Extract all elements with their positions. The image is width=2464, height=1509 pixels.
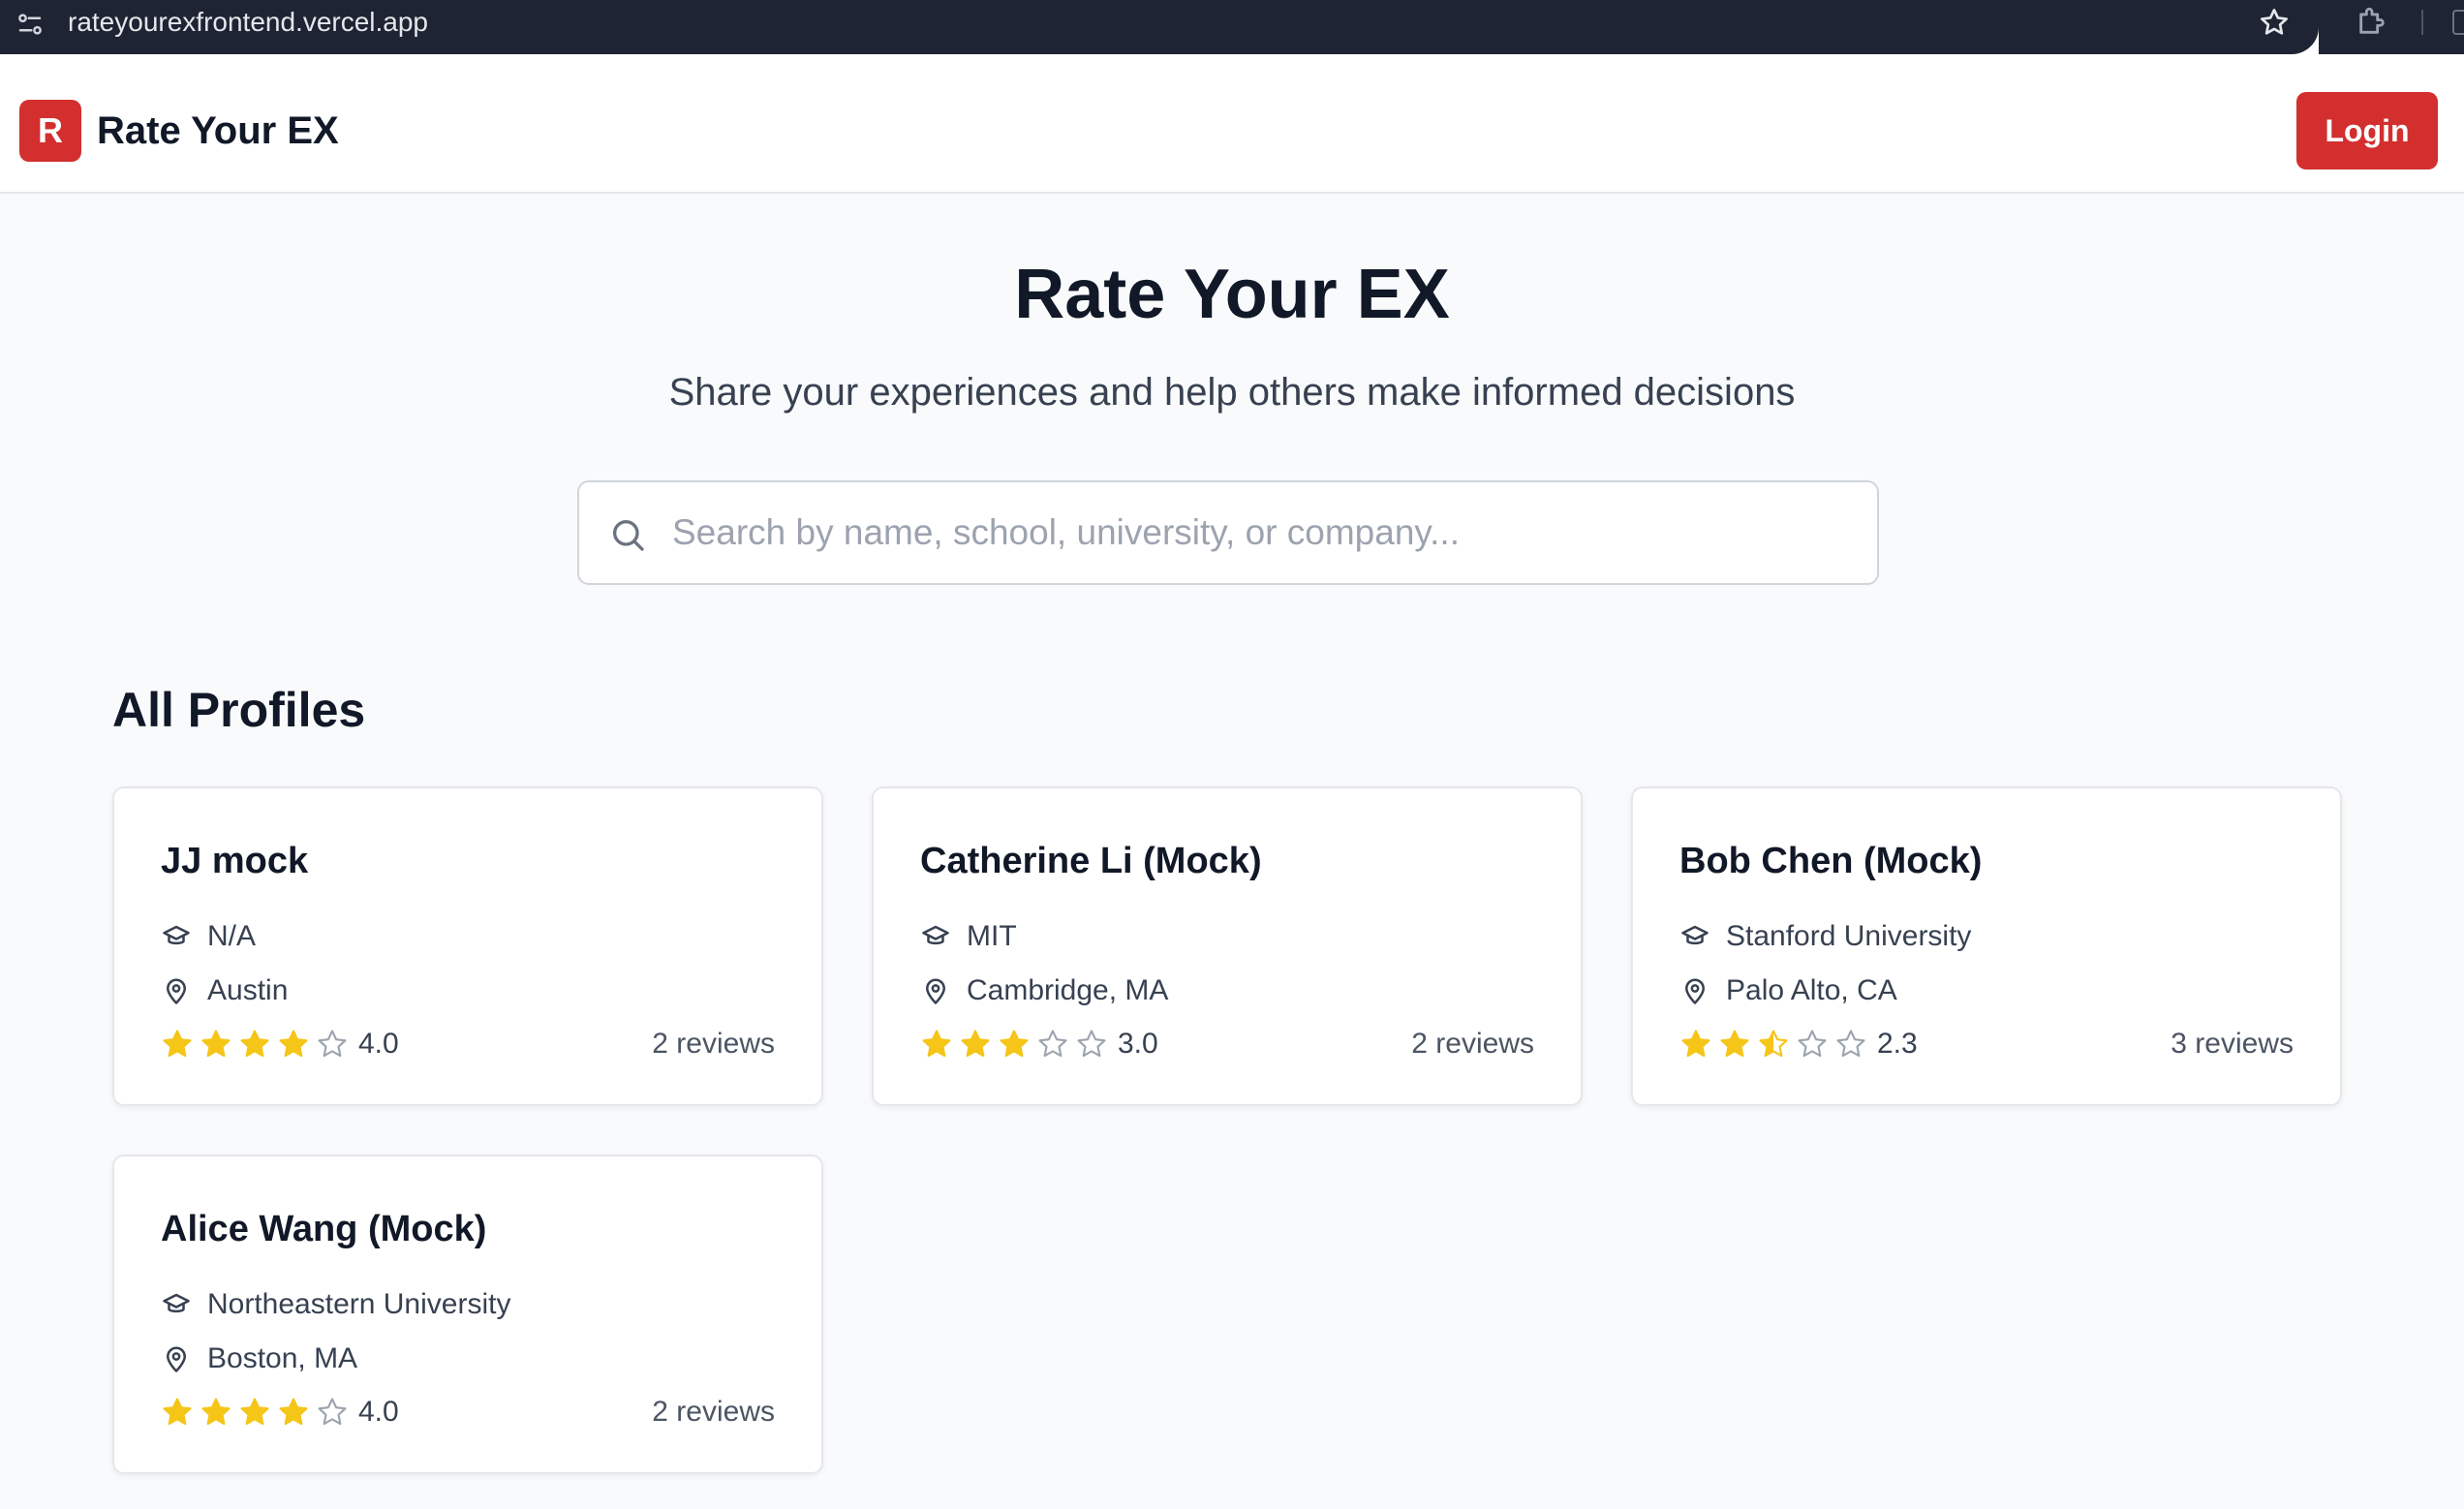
graduation-cap-icon [1679,921,1710,952]
profile-card[interactable]: Bob Chen (Mock) Stanford University Palo… [1631,786,2342,1106]
profile-name: Bob Chen (Mock) [1679,841,1983,881]
rating-row: 4.0 [161,1393,399,1432]
rating-value: 2.3 [1877,1028,1918,1060]
rating-row: 3.0 [920,1025,1158,1063]
review-count: 3 reviews [2171,1028,2294,1060]
profile-name: Catherine Li (Mock) [920,841,1262,881]
profile-location: Palo Alto, CA [1726,974,1897,1006]
extensions-icon[interactable] [2354,3,2390,40]
star-empty-icon [1798,1030,1827,1058]
star-filled-icon [279,1030,308,1058]
map-pin-icon [161,975,192,1006]
profile-name: Alice Wang (Mock) [161,1209,487,1249]
rating-row: 2.3 [1679,1025,1918,1063]
star-filled-icon [240,1398,269,1426]
profile-location: Cambridge, MA [967,974,1169,1006]
section-title: All Profiles [112,683,366,737]
rating-row: 4.0 [161,1025,399,1063]
star-filled-icon [279,1398,308,1426]
rating-stars [1679,1028,1873,1061]
star-empty-icon [1038,1030,1067,1058]
extensions-area [2319,0,2464,54]
star-filled-icon [922,1030,951,1058]
star-half-icon [1759,1030,1788,1058]
graduation-cap-icon [161,921,192,952]
logo-badge[interactable]: R [19,100,81,162]
profile-card[interactable]: Alice Wang (Mock) Northeastern Universit… [112,1155,823,1474]
star-empty-icon [1077,1030,1106,1058]
rating-value: 4.0 [358,1396,399,1428]
profile-school: N/A [207,920,257,952]
review-count: 2 reviews [652,1028,775,1060]
browser-toolbar: rateyourexfrontend.vercel.app [0,0,2464,68]
url-text[interactable]: rateyourexfrontend.vercel.app [68,0,428,45]
side-panel-icon[interactable] [2452,10,2464,35]
profile-location: Boston, MA [207,1342,358,1374]
star-filled-icon [240,1030,269,1058]
profile-location-row: Cambridge, MA [920,971,1168,1010]
toolbar-divider [2421,10,2423,35]
search-input[interactable] [672,482,1854,583]
profile-card[interactable]: Catherine Li (Mock) MIT Cambridge, MA 3.… [872,786,1583,1106]
star-filled-icon [1720,1030,1749,1058]
login-button[interactable]: Login [2296,92,2438,169]
profile-location: Austin [207,974,289,1006]
profile-card[interactable]: JJ mock N/A Austin 4.0 2 reviews [112,786,823,1106]
profile-school-row: MIT [920,917,1017,956]
rating-value: 3.0 [1118,1028,1158,1060]
logo-text[interactable]: Rate Your EX [97,107,339,155]
profile-school: Stanford University [1726,920,1972,952]
star-filled-icon [201,1398,231,1426]
star-filled-icon [1681,1030,1710,1058]
page-title: Rate Your EX [1014,256,1450,333]
search-box[interactable] [577,480,1879,585]
profile-name: JJ mock [161,841,309,881]
map-pin-icon [1679,975,1710,1006]
star-filled-icon [1000,1030,1029,1058]
rating-stars [161,1028,354,1061]
star-empty-icon [318,1398,347,1426]
star-filled-icon [961,1030,990,1058]
rating-stars [920,1028,1114,1061]
star-filled-icon [163,1398,192,1426]
review-count: 2 reviews [1411,1028,1534,1060]
rating-stars [161,1396,354,1429]
profile-location-row: Boston, MA [161,1340,357,1378]
address-bar[interactable]: rateyourexfrontend.vercel.app [0,0,2319,54]
graduation-cap-icon [161,1289,192,1320]
review-count: 2 reviews [652,1396,775,1428]
site-settings-icon[interactable] [14,8,46,41]
page-subtitle: Share your experiences and help others m… [668,371,1796,414]
profile-school-row: Northeastern University [161,1285,510,1324]
star-filled-icon [201,1030,231,1058]
profile-school-row: N/A [161,917,256,956]
bookmark-star-icon[interactable] [2257,5,2292,40]
star-empty-icon [318,1030,347,1058]
map-pin-icon [161,1343,192,1374]
graduation-cap-icon [920,921,951,952]
profile-school-row: Stanford University [1679,917,1971,956]
star-filled-icon [163,1030,192,1058]
map-pin-icon [920,975,951,1006]
profile-school: MIT [967,920,1017,952]
rating-value: 4.0 [358,1028,399,1060]
search-icon [608,515,647,554]
profile-location-row: Palo Alto, CA [1679,971,1897,1010]
profile-location-row: Austin [161,971,288,1010]
star-empty-icon [1836,1030,1865,1058]
app-header: R Rate Your EX Login [0,68,2464,194]
profile-school: Northeastern University [207,1288,511,1320]
